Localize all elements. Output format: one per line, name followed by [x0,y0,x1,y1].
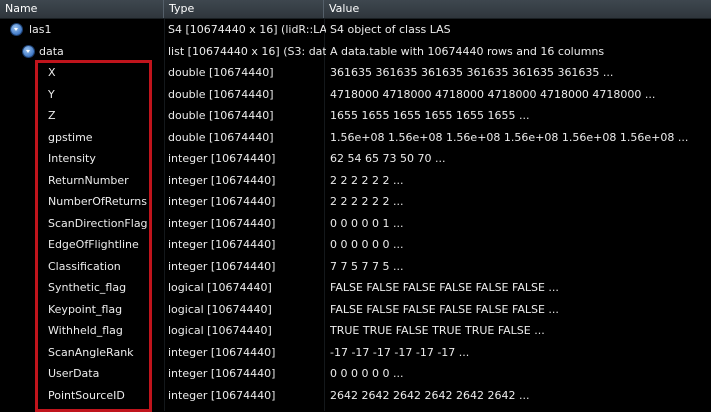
field-type: integer [10674440] [168,259,276,273]
field-name: Synthetic_flag [48,281,127,294]
field-name: gpstime [48,130,93,144]
tree-row-data[interactable]: data list [10674440 x 16] (S3: dat A dat… [0,41,711,63]
field-name: Keypoint_flag [48,302,123,316]
tree-row-intensity[interactable]: Intensity integer [10674440] 62 54 65 73 5… [0,148,711,170]
tree-row-classification[interactable]: Classification integer [10674440] 7 7 5 7 … [0,256,711,278]
field-type: logical [10674440] [168,302,272,316]
field-name: X [48,66,56,79]
field-value: 0 0 0 0 0 1 ... [330,216,404,230]
tree-row-numberofreturns[interactable]: NumberOfReturns integer [10674440] 2 2 2 2… [0,191,711,213]
tree-cell-name: EdgeOfFlightline [0,234,164,256]
tree-row-userdata[interactable]: UserData integer [10674440] 0 0 0 0 0 0 ..… [0,363,711,385]
field-type: integer [10674440] [168,345,276,359]
field-name: Withheld_flag [48,324,123,337]
tree-cell-name: gpstime [0,127,164,149]
tree-cell-name: data [0,41,164,63]
tree-item-value: A data.table with 10674440 rows and 16 c… [330,44,605,58]
tree-item-type: S4 [10674440 x 16] (lidR::LA [168,23,326,36]
tree-cell-name: las1 [0,19,164,41]
tree-row-scandirectionflag[interactable]: ScanDirectionFlag integer [10674440] 0 0 0… [0,213,711,235]
tree-item-label: las1 [29,23,52,36]
field-name: Classification [48,259,121,273]
field-name: Intensity [48,152,96,165]
column-header-value[interactable]: Value [324,0,711,18]
field-value: 4718000 4718000 4718000 4718000 4718000 … [330,87,656,101]
field-value: 2 2 2 2 2 2 ... [330,195,404,208]
expand-toggle-icon[interactable] [11,24,22,35]
field-name: PointSourceID [48,388,125,402]
field-name: ReturnNumber [48,173,129,187]
field-name: NumberOfReturns [48,195,147,208]
field-value: 0 0 0 0 0 0 ... [330,367,404,380]
column-header-name[interactable]: Name [0,0,164,18]
field-name: EdgeOfFlightline [48,238,139,251]
tree-cell-name: PointSourceID [0,385,164,407]
tree-row-y[interactable]: Ydouble [10674440] 4718000 4718000 471800… [0,84,711,106]
tree-cell-name: ScanDirectionFlag [0,213,164,235]
column-header-type[interactable]: Type [164,0,324,18]
field-value: 2642 2642 2642 2642 2642 2642 ... [330,388,530,402]
field-value: TRUE TRUE FALSE TRUE TRUE FALSE ... [330,324,545,337]
field-name: ScanAngleRank [48,345,134,359]
tree-row-pointsourceid[interactable]: PointSourceID integer [10674440] 2642 2642… [0,385,711,407]
field-type: double [10674440] [168,87,274,101]
field-name: Z [48,109,56,122]
field-name: Y [48,87,55,101]
object-tree: las1 S4 [10674440 x 16] (lidR::LA S4 obj… [0,19,711,406]
field-type: double [10674440] [168,66,274,79]
field-value: 361635 361635 361635 361635 361635 36163… [330,66,614,79]
field-type: integer [10674440] [168,173,276,187]
tree-row-keypoint-flag[interactable]: Keypoint_flag logical [10674440] FALSE FAL… [0,299,711,321]
field-type: integer [10674440] [168,195,276,208]
tree-cell-name: Classification [0,256,164,278]
field-type: logical [10674440] [168,324,272,337]
field-type: integer [10674440] [168,367,276,380]
field-value: 0 0 0 0 0 0 ... [330,238,404,251]
column-header: Name Type Value [0,0,711,19]
tree-row-las1[interactable]: las1 S4 [10674440 x 16] (lidR::LA S4 obj… [0,19,711,41]
field-type: integer [10674440] [168,216,276,230]
field-value: 62 54 65 73 50 70 ... [330,152,446,165]
field-value: 2 2 2 2 2 2 ... [330,173,404,187]
tree-cell-name: Intensity [0,148,164,170]
tree-cell-name: UserData [0,363,164,385]
field-type: integer [10674440] [168,238,276,251]
field-type: integer [10674440] [168,388,276,402]
field-type: logical [10674440] [168,281,272,294]
tree-cell-name: ScanAngleRank [0,342,164,364]
expand-toggle-icon[interactable] [23,45,34,57]
field-value: 1655 1655 1655 1655 1655 1655 ... [330,109,530,122]
tree-item-type: list [10674440 x 16] (S3: dat [168,44,326,58]
field-type: double [10674440] [168,109,274,122]
field-value: -17 -17 -17 -17 -17 -17 ... [330,345,470,359]
field-value: FALSE FALSE FALSE FALSE FALSE FALSE ... [330,302,559,316]
tree-row-withheld-flag[interactable]: Withheld_flag logical [10674440] TRUE TRUE… [0,320,711,342]
tree-row-edgeofflightline[interactable]: EdgeOfFlightline integer [10674440] 0 0 0 … [0,234,711,256]
field-type: integer [10674440] [168,152,276,165]
tree-cell-name: Y [0,84,164,106]
tree-cell-name: Z [0,105,164,127]
tree-item-label: data [39,44,64,58]
tree-cell-name: ReturnNumber [0,170,164,192]
tree-cell-name: NumberOfReturns [0,191,164,213]
tree-cell-name: Keypoint_flag [0,299,164,321]
field-name: ScanDirectionFlag [48,216,148,230]
field-name: UserData [48,367,100,380]
tree-row-returnnumber[interactable]: ReturnNumber integer [10674440] 2 2 2 2 2 … [0,170,711,192]
tree-item-value: S4 object of class LAS [330,23,451,36]
tree-cell-name: Synthetic_flag [0,277,164,299]
tree-row-synthetic-flag[interactable]: Synthetic_flag logical [10674440] FALSE FA… [0,277,711,299]
field-value: 7 7 5 7 7 5 ... [330,259,404,273]
tree-row-z[interactable]: Zdouble [10674440] 1655 1655 1655 1655 16… [0,105,711,127]
field-value: 1.56e+08 1.56e+08 1.56e+08 1.56e+08 1.56… [330,130,689,144]
tree-row-x[interactable]: Xdouble [10674440] 361635 361635 361635 3… [0,62,711,84]
tree-row-scananglerank[interactable]: ScanAngleRank integer [10674440] -17 -17 -… [0,342,711,364]
tree-cell-name: X [0,62,164,84]
tree-cell-name: Withheld_flag [0,320,164,342]
tree-row-gpstime[interactable]: gpstime double [10674440] 1.56e+08 1.56e+0… [0,127,711,149]
field-value: FALSE FALSE FALSE FALSE FALSE FALSE ... [330,281,559,294]
field-type: double [10674440] [168,130,274,144]
